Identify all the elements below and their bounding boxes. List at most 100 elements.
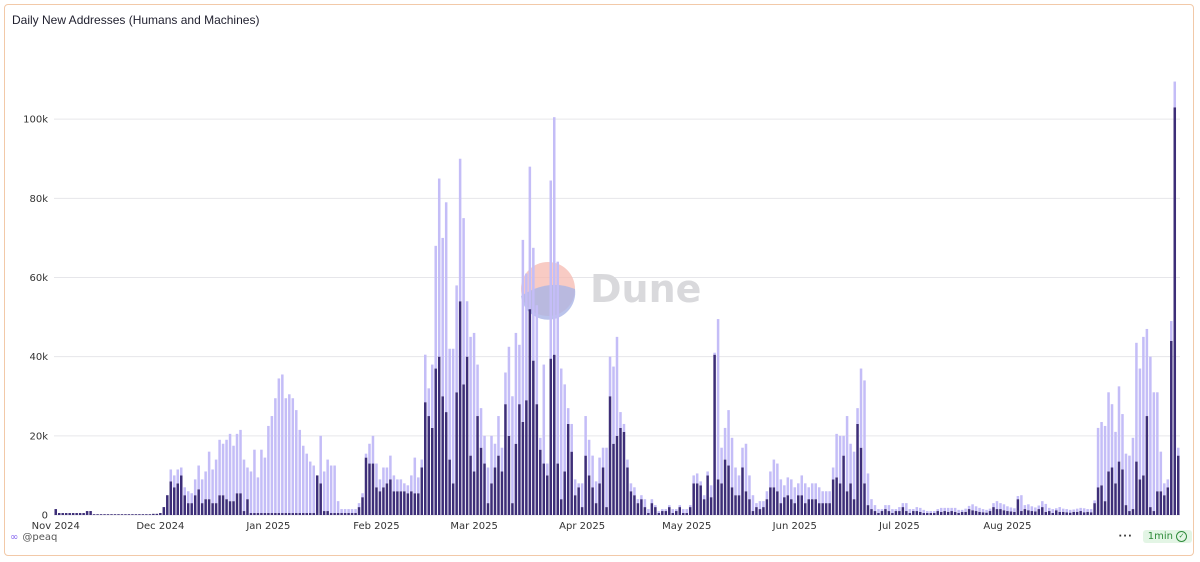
- bar-dark[interactable]: [1075, 511, 1079, 515]
- bar-dark[interactable]: [542, 463, 546, 515]
- bar-dark[interactable]: [647, 513, 650, 515]
- bar-dark[interactable]: [284, 513, 288, 515]
- bar-dark[interactable]: [922, 513, 926, 515]
- bar-dark[interactable]: [671, 513, 675, 515]
- bar-dark[interactable]: [1006, 511, 1009, 515]
- bar-light[interactable]: [852, 451, 856, 500]
- bar-dark[interactable]: [68, 513, 71, 515]
- bar-dark[interactable]: [539, 449, 542, 515]
- bar-light[interactable]: [396, 479, 399, 492]
- bar-dark[interactable]: [54, 509, 57, 515]
- bar-dark[interactable]: [678, 507, 682, 515]
- bar-dark[interactable]: [1177, 455, 1180, 515]
- bar-light[interactable]: [1061, 508, 1065, 512]
- bar-dark[interactable]: [200, 503, 204, 515]
- bar-dark[interactable]: [559, 499, 563, 515]
- bar-light[interactable]: [434, 245, 437, 369]
- bar-dark[interactable]: [424, 402, 427, 515]
- refresh-badge[interactable]: 1min ✓: [1142, 530, 1192, 543]
- bar-dark[interactable]: [877, 513, 880, 515]
- bar-light[interactable]: [880, 509, 884, 512]
- bar-dark[interactable]: [235, 493, 239, 515]
- bar-dark[interactable]: [78, 513, 82, 515]
- bar-light[interactable]: [483, 435, 486, 464]
- bar-dark[interactable]: [908, 513, 912, 515]
- bar-light[interactable]: [570, 423, 573, 452]
- bar-dark[interactable]: [943, 511, 946, 515]
- bar-light[interactable]: [765, 491, 769, 500]
- bar-dark[interactable]: [699, 485, 702, 515]
- bar-dark[interactable]: [228, 501, 232, 515]
- bar-light[interactable]: [776, 463, 779, 492]
- bar-light[interactable]: [675, 509, 678, 512]
- bar-light[interactable]: [953, 507, 957, 512]
- bar-light[interactable]: [1054, 508, 1058, 511]
- bar-dark[interactable]: [650, 503, 654, 515]
- bar-light[interactable]: [514, 332, 518, 444]
- bar-dark[interactable]: [971, 510, 974, 515]
- bar-dark[interactable]: [465, 356, 469, 515]
- bar-light[interactable]: [559, 368, 563, 500]
- bar-light[interactable]: [378, 479, 382, 492]
- bar-dark[interactable]: [1156, 491, 1159, 515]
- bar-dark[interactable]: [1061, 511, 1065, 515]
- bar-light[interactable]: [417, 477, 420, 494]
- bar-dark[interactable]: [852, 499, 856, 515]
- bar-dark[interactable]: [1131, 509, 1135, 515]
- bar-dark[interactable]: [1135, 461, 1138, 515]
- bar-dark[interactable]: [322, 511, 326, 515]
- bar-dark[interactable]: [437, 356, 441, 515]
- bar-light[interactable]: [1048, 507, 1051, 512]
- bar-dark[interactable]: [145, 514, 148, 515]
- bar-dark[interactable]: [1016, 499, 1020, 515]
- bar-light[interactable]: [403, 483, 406, 492]
- bar-dark[interactable]: [814, 499, 817, 515]
- bar-light[interactable]: [1027, 504, 1030, 511]
- bar-light[interactable]: [305, 453, 308, 514]
- bar-dark[interactable]: [336, 513, 340, 515]
- bar-dark[interactable]: [1027, 510, 1030, 515]
- bar-dark[interactable]: [608, 396, 612, 515]
- bar-light[interactable]: [688, 505, 692, 508]
- bar-light[interactable]: [308, 461, 312, 514]
- bar-dark[interactable]: [936, 511, 939, 515]
- bar-light[interactable]: [668, 505, 671, 508]
- bar-dark[interactable]: [905, 511, 908, 515]
- bar-dark[interactable]: [828, 503, 831, 515]
- bar-dark[interactable]: [755, 507, 758, 515]
- bar-light[interactable]: [981, 509, 985, 513]
- bar-light[interactable]: [615, 336, 619, 436]
- bar-dark[interactable]: [274, 513, 277, 515]
- bar-light[interactable]: [626, 459, 629, 468]
- bar-dark[interactable]: [382, 487, 385, 515]
- bar-light[interactable]: [1051, 509, 1055, 514]
- bar-light[interactable]: [406, 485, 410, 494]
- bar-light[interactable]: [173, 475, 176, 488]
- bar-dark[interactable]: [664, 511, 668, 515]
- bar-dark[interactable]: [1002, 510, 1006, 515]
- bar-light[interactable]: [1128, 455, 1131, 512]
- bar-dark[interactable]: [587, 475, 591, 515]
- bar-light[interactable]: [1041, 501, 1044, 508]
- bar-light[interactable]: [849, 443, 852, 484]
- bar-dark[interactable]: [270, 513, 274, 515]
- bar-dark[interactable]: [1138, 479, 1142, 515]
- bar-dark[interactable]: [368, 463, 371, 515]
- bar-dark[interactable]: [535, 404, 539, 515]
- bar-light[interactable]: [371, 435, 375, 464]
- bar-light[interactable]: [939, 507, 943, 512]
- bar-dark[interactable]: [364, 457, 368, 515]
- bar-dark[interactable]: [762, 507, 765, 515]
- bar-dark[interactable]: [1072, 511, 1075, 515]
- bar-light[interactable]: [1145, 328, 1149, 417]
- bar-dark[interactable]: [96, 514, 99, 515]
- bar-dark[interactable]: [138, 514, 141, 515]
- bar-light[interactable]: [413, 457, 417, 494]
- bar-light[interactable]: [647, 509, 650, 514]
- bar-light[interactable]: [1013, 508, 1016, 512]
- bar-dark[interactable]: [932, 513, 936, 515]
- bar-light[interactable]: [319, 435, 322, 484]
- bar-light[interactable]: [176, 469, 180, 484]
- bar-light[interactable]: [410, 475, 413, 492]
- bar-dark[interactable]: [288, 513, 291, 515]
